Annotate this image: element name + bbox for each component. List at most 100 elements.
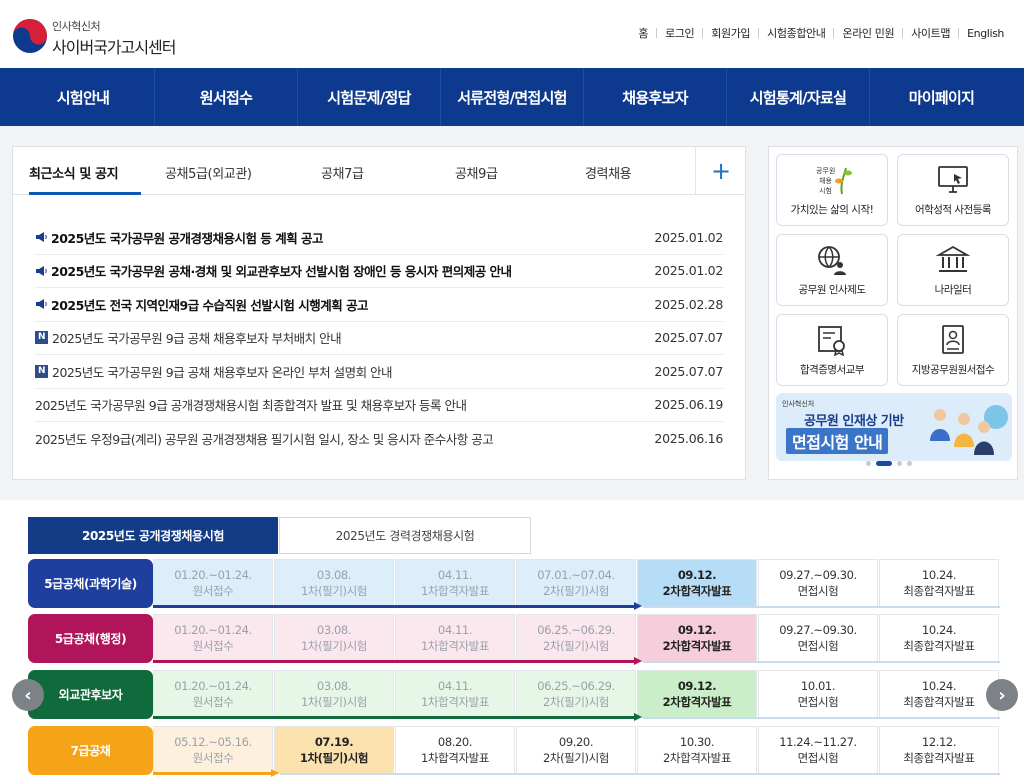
schedule-stage: 원서접수 — [192, 584, 234, 598]
notice-item[interactable]: 2025년도 국가공무원 공채·경채 및 외교관후보자 선발시험 장애인 등 응… — [35, 255, 723, 288]
schedule-date: 08.20. — [437, 735, 473, 749]
schedule-stage: 원서접수 — [192, 695, 234, 709]
schedule-date: 04.11. — [437, 568, 473, 582]
gnb-statistics[interactable]: 시험통계/자료실 — [727, 68, 870, 126]
quick-link-label: 가치있는 삶의 시작! — [790, 204, 874, 216]
interview-guide-banner[interactable]: 인사혁신처 공무원 인재상 기반 면접시험 안내 — [776, 393, 1012, 461]
exam-schedule-section: 2025년도 공개경쟁채용시험 2025년도 경력경쟁채용시험 5급공채(과학기… — [0, 500, 1024, 778]
schedule-date: 09.27.~09.30. — [779, 568, 857, 582]
tab-grade7[interactable]: 공채7급 — [321, 163, 364, 182]
tab-career-competition[interactable]: 2025년도 경력경쟁채용시험 — [279, 517, 531, 554]
schedule-cell: 07.19. 1차(필기)시험 — [274, 726, 394, 774]
svg-text:채용: 채용 — [819, 176, 832, 185]
gnb-application[interactable]: 원서접수 — [155, 68, 298, 126]
notice-title[interactable]: 2025년도 국가공무원 9급 공개경쟁채용시험 최종합격자 발표 및 채용후보… — [35, 395, 467, 414]
schedule-date: 07.01.~07.04. — [537, 568, 615, 582]
tab-recent-news[interactable]: 최근소식 및 공지 — [29, 163, 119, 182]
notice-item[interactable]: N 2025년도 국가공무원 9급 공채 채용후보자 온라인 부처 설명회 안내 2… — [35, 355, 723, 389]
pagination-dot-active[interactable] — [876, 461, 892, 466]
schedule-prev-button[interactable]: ‹ — [12, 679, 44, 711]
progress-arrow — [153, 769, 279, 777]
quick-link-hr-system[interactable]: 공무원 인사제도 — [776, 234, 888, 306]
schedule-stage: 1차(필기)시험 — [301, 695, 367, 709]
schedule-stage: 원서접수 — [192, 639, 234, 653]
pagination-dot[interactable] — [907, 461, 912, 466]
schedule-stage: 최종합격자발표 — [903, 751, 975, 765]
notice-title[interactable]: 2025년도 전국 지역인재9급 수습직원 선발시험 시행계획 공고 — [35, 295, 368, 314]
util-sitemap-link[interactable]: 사이트맵 — [903, 25, 958, 41]
quick-link-label: 합격증명서교부 — [799, 364, 865, 376]
quick-link-start[interactable]: 공무원 채용 시험 가치있는 삶의 시작! — [776, 154, 888, 226]
util-online-petition-link[interactable]: 온라인 민원 — [834, 25, 902, 41]
utility-menu: 홈 로그인 회원가입 시험종합안내 온라인 민원 사이트맵 English — [630, 25, 1012, 41]
gnb-mypage[interactable]: 마이페이지 — [870, 68, 1013, 126]
notice-date: 2025.07.07 — [654, 363, 723, 379]
schedule-date: 10.24. — [921, 623, 957, 637]
schedule-stage: 2차합격자발표 — [662, 639, 732, 653]
quick-link-local-application[interactable]: 지방공무원원서접수 — [897, 314, 1009, 386]
remaining-timeline-line — [643, 661, 1000, 663]
schedule-date: 01.20.~01.24. — [174, 679, 252, 693]
new-badge-icon: N — [35, 364, 48, 378]
schedule-stage: 1차(필기)시험 — [299, 751, 369, 765]
more-plus-button[interactable]: + — [705, 155, 737, 187]
schedule-cell: 04.11. 1차합격자발표 — [395, 559, 515, 607]
notice-item[interactable]: N 2025년도 국가공무원 9급 공채 채용후보자 부처배치 안내 2025.07… — [35, 322, 723, 355]
schedule-cell: 01.20.~01.24. 원서접수 — [153, 559, 273, 607]
schedule-cell: 09.27.~09.30. 면접시험 — [758, 559, 878, 607]
schedule-cell: 08.20. 1차합격자발표 — [395, 726, 515, 774]
schedule-date: 01.20.~01.24. — [174, 568, 252, 582]
quick-link-certificate[interactable]: 합격증명서교부 — [776, 314, 888, 386]
svg-text:공무원: 공무원 — [816, 166, 835, 175]
schedule-stage: 2차합격자발표 — [662, 584, 732, 598]
schedule-row: 7급공채 05.12.~05.16. 원서접수 07.19. 1차(필기)시험 08.20… — [28, 726, 1000, 777]
schedule-next-button[interactable]: › — [986, 679, 1018, 711]
schedule-cell: 10.24. 최종합격자발표 — [879, 670, 999, 718]
schedule-row-label[interactable]: 5급공채(행정) — [28, 614, 153, 663]
gnb-screening-interview[interactable]: 서류전형/면접시험 — [441, 68, 584, 126]
schedule-stage: 2차합격자발표 — [663, 751, 731, 765]
schedule-stage: 1차합격자발표 — [421, 695, 489, 709]
schedule-row-label[interactable]: 5급공채(과학기술) — [28, 559, 153, 608]
util-exam-guide-link[interactable]: 시험종합안내 — [759, 25, 833, 41]
notice-item[interactable]: 2025년도 전국 지역인재9급 수습직원 선발시험 시행계획 공고 2025.0… — [35, 288, 723, 322]
schedule-stage: 최종합격자발표 — [903, 584, 975, 598]
schedule-cell: 09.27.~09.30. 면접시험 — [758, 614, 878, 662]
notice-title[interactable]: 2025년도 우정9급(계리) 공무원 공개경쟁채용 필기시험 일시, 장소 및… — [35, 429, 493, 448]
gnb-candidates[interactable]: 채용후보자 — [584, 68, 727, 126]
notice-item[interactable]: 2025년도 국가공무원 공개경쟁채용시험 등 계획 공고 2025.01.02 — [35, 221, 723, 255]
pagination-dot[interactable] — [897, 461, 902, 466]
notice-title[interactable]: 2025년도 국가공무원 공채·경채 및 외교관후보자 선발시험 장애인 등 응… — [35, 261, 512, 280]
util-login-link[interactable]: 로그인 — [657, 25, 702, 41]
notice-title[interactable]: N 2025년도 국가공무원 9급 공채 채용후보자 부처배치 안내 — [35, 328, 341, 347]
id-document-icon — [942, 325, 964, 354]
taegeuk-logo-icon[interactable] — [12, 18, 48, 54]
quick-link-narailteo[interactable]: 나라일터 — [897, 234, 1009, 306]
logo-title[interactable]: 사이버국가고시센터 — [52, 34, 176, 58]
util-signup-link[interactable]: 회원가입 — [703, 25, 758, 41]
schedule-row-label[interactable]: 외교관후보자 — [28, 670, 153, 719]
schedule-cell: 09.20. 2차(필기)시험 — [516, 726, 636, 774]
quick-link-language-score[interactable]: 어학성적 사전등록 — [897, 154, 1009, 226]
tab-career[interactable]: 경력채용 — [585, 163, 632, 182]
util-english-link[interactable]: English — [959, 27, 1012, 40]
notice-title[interactable]: N 2025년도 국가공무원 9급 공채 채용후보자 온라인 부처 설명회 안내 — [35, 362, 392, 381]
schedule-cell: 04.11. 1차합격자발표 — [395, 614, 515, 662]
schedule-row-label[interactable]: 7급공채 — [28, 726, 153, 775]
gnb-exam-questions[interactable]: 시험문제/정답 — [298, 68, 441, 126]
notice-title[interactable]: 2025년도 국가공무원 공개경쟁채용시험 등 계획 공고 — [35, 228, 323, 247]
notice-item[interactable]: 2025년도 국가공무원 9급 공개경쟁채용시험 최종합격자 발표 및 채용후보… — [35, 389, 723, 422]
schedule-stage: 최종합격자발표 — [903, 639, 975, 653]
schedule-cell: 09.12. 2차합격자발표 — [637, 614, 757, 662]
schedule-date: 10.24. — [921, 679, 957, 693]
schedule-stage: 1차합격자발표 — [421, 639, 489, 653]
tab-open-competition[interactable]: 2025년도 공개경쟁채용시험 — [28, 517, 278, 554]
pagination-dot[interactable] — [866, 461, 871, 466]
gnb-exam-guide[interactable]: 시험안내 — [12, 68, 155, 126]
remaining-timeline-line — [280, 773, 1000, 775]
notice-item[interactable]: 2025년도 우정9급(계리) 공무원 공개경쟁채용 필기시험 일시, 장소 및… — [35, 422, 723, 456]
tab-grade9[interactable]: 공채9급 — [455, 163, 498, 182]
tab-grade5-diplomat[interactable]: 공채5급(외교관) — [165, 163, 252, 182]
util-home-link[interactable]: 홈 — [630, 25, 656, 41]
progress-arrow — [153, 602, 642, 610]
